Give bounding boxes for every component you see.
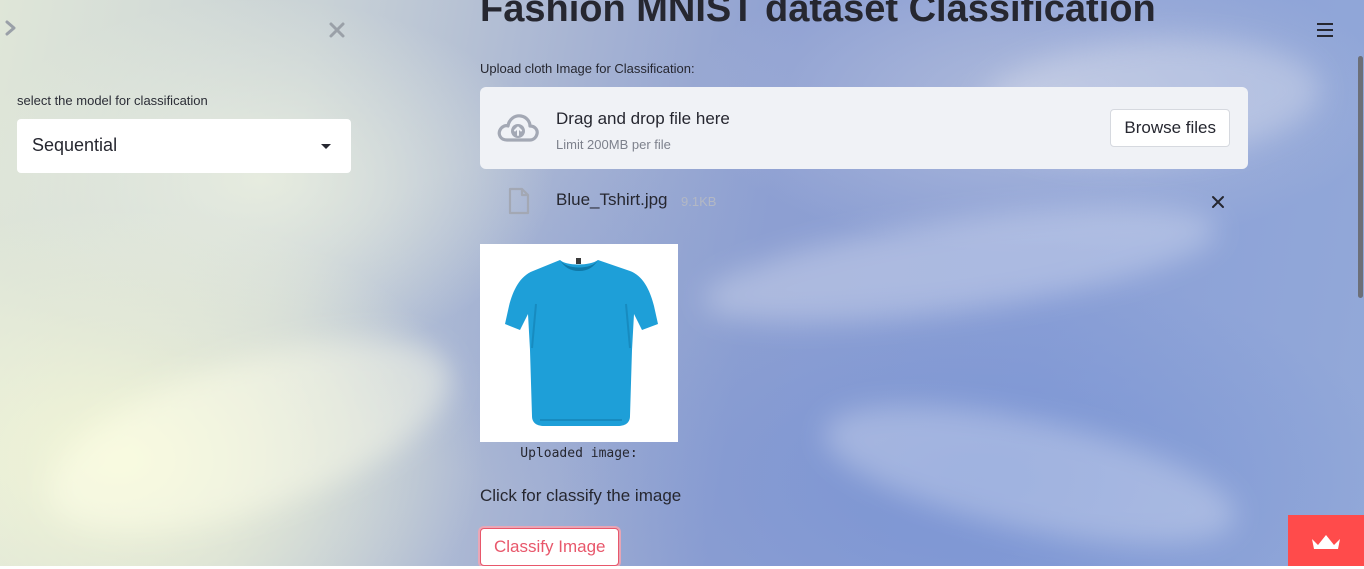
- uploader-label: Upload cloth Image for Classification:: [480, 61, 695, 76]
- close-icon: [329, 22, 345, 38]
- dropzone-limit: Limit 200MB per file: [556, 137, 671, 152]
- uploaded-image: [480, 244, 678, 442]
- sky-cloud-decoration: [813, 377, 1247, 569]
- chevron-right-icon: [5, 20, 16, 36]
- sidebar-expand-button[interactable]: [4, 18, 22, 40]
- tshirt-image: [505, 258, 658, 426]
- dropzone-instructions: Drag and drop file here: [556, 109, 730, 128]
- remove-file-button[interactable]: [1211, 195, 1225, 209]
- uploaded-file-name: Blue_Tshirt.jpg: [556, 190, 668, 209]
- uploaded-file-item: Blue_Tshirt.jpg 9.1KB: [480, 184, 1248, 218]
- classify-image-button[interactable]: Classify Image: [480, 528, 620, 566]
- model-select-value: Sequential: [32, 135, 118, 155]
- scrollbar-thumb[interactable]: [1358, 56, 1363, 298]
- app-page: select the model for classification Sequ…: [0, 0, 1364, 569]
- chevron-down-icon: [321, 144, 331, 149]
- file-dropzone[interactable]: Drag and drop file here Limit 200MB per …: [480, 87, 1248, 169]
- sidebar-close-button[interactable]: [327, 20, 349, 42]
- browse-files-button[interactable]: Browse files: [1110, 109, 1230, 147]
- app-badge[interactable]: [1288, 515, 1364, 569]
- uploaded-file-size: 9.1KB: [681, 194, 717, 209]
- cloud-upload-icon: [497, 114, 539, 142]
- model-select[interactable]: Sequential: [17, 119, 351, 173]
- page-title: Fashion MNIST dataset Classification: [480, 0, 1156, 30]
- classify-prompt: Click for classify the image: [480, 486, 682, 505]
- hamburger-menu-icon[interactable]: [1317, 23, 1333, 37]
- sky-cloud-decoration: [27, 298, 473, 569]
- file-icon: [508, 187, 530, 215]
- image-caption: Uploaded image:: [520, 446, 638, 461]
- crown-icon: [1312, 535, 1340, 549]
- model-select-label: select the model for classification: [17, 93, 208, 108]
